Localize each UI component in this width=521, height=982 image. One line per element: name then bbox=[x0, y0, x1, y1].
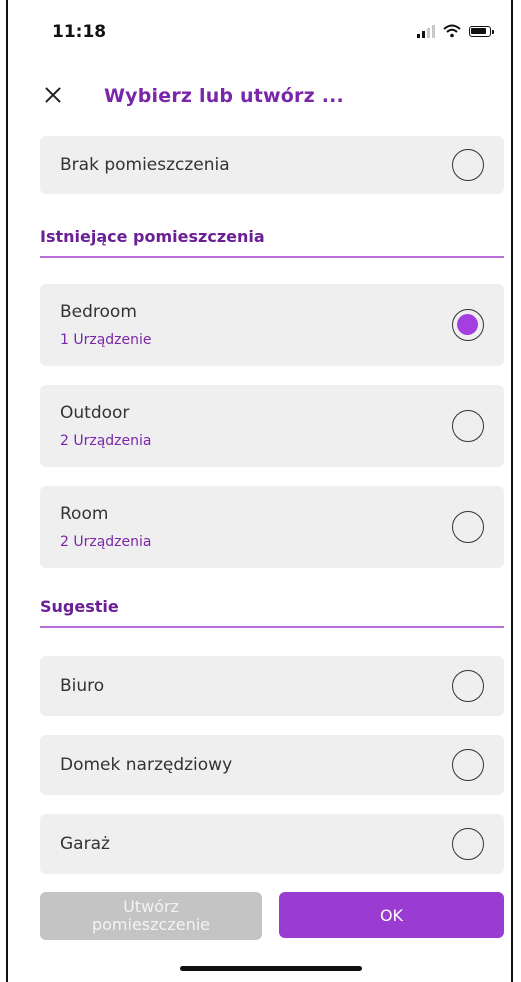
battery-icon bbox=[469, 25, 494, 37]
option-label: Room bbox=[60, 504, 109, 524]
radio-button[interactable] bbox=[452, 309, 484, 341]
option-room-room[interactable]: Room 2 Urządzenia bbox=[40, 486, 504, 568]
radio-button[interactable] bbox=[452, 828, 484, 860]
create-room-button[interactable]: Utwórz pomieszczenie bbox=[40, 892, 262, 940]
radio-button[interactable] bbox=[452, 149, 484, 181]
option-label: Outdoor bbox=[60, 403, 130, 423]
status-time: 11:18 bbox=[52, 22, 107, 42]
device-count: 2 Urządzenia bbox=[60, 534, 152, 550]
status-icons bbox=[417, 24, 494, 38]
radio-button[interactable] bbox=[452, 511, 484, 543]
option-label: Domek narzędziowy bbox=[60, 755, 233, 775]
ok-button[interactable]: OK bbox=[279, 892, 504, 938]
section-divider bbox=[40, 626, 504, 628]
phone-screen: 11:18 Wybierz lub utwórz ... Brak pomies… bbox=[6, 0, 513, 982]
option-label: Brak pomieszczenia bbox=[60, 155, 230, 175]
section-existing: Istniejące pomieszczenia bbox=[40, 227, 504, 259]
home-indicator bbox=[180, 966, 362, 971]
section-title: Istniejące pomieszczenia bbox=[40, 227, 265, 246]
section-divider bbox=[40, 256, 504, 258]
page-title: Wybierz lub utwórz ... bbox=[104, 85, 344, 107]
create-room-label-line2: pomieszczenie bbox=[91, 915, 211, 934]
option-room-outdoor[interactable]: Outdoor 2 Urządzenia bbox=[40, 385, 504, 467]
section-suggestions: Sugestie bbox=[40, 597, 504, 629]
option-suggestion-biuro[interactable]: Biuro bbox=[40, 656, 504, 716]
option-no-room[interactable]: Brak pomieszczenia bbox=[40, 136, 504, 194]
option-label: Garaż bbox=[60, 834, 110, 854]
status-bar: 11:18 bbox=[52, 22, 494, 50]
option-suggestion-garaz[interactable]: Garaż bbox=[40, 814, 504, 874]
radio-button[interactable] bbox=[452, 749, 484, 781]
wifi-icon bbox=[443, 24, 461, 38]
option-room-bedroom[interactable]: Bedroom 1 Urządzenie bbox=[40, 284, 504, 366]
create-room-label-line1: Utwórz bbox=[123, 897, 179, 916]
option-label: Biuro bbox=[60, 676, 105, 696]
radio-button[interactable] bbox=[452, 670, 484, 702]
option-label: Bedroom bbox=[60, 302, 137, 322]
close-icon[interactable] bbox=[40, 83, 66, 109]
section-title: Sugestie bbox=[40, 597, 119, 616]
device-count: 1 Urządzenie bbox=[60, 332, 152, 348]
radio-button[interactable] bbox=[452, 410, 484, 442]
device-count: 2 Urządzenia bbox=[60, 433, 152, 449]
option-suggestion-domek[interactable]: Domek narzędziowy bbox=[40, 735, 504, 795]
header: Wybierz lub utwórz ... bbox=[40, 80, 491, 112]
signal-icon bbox=[417, 24, 435, 38]
